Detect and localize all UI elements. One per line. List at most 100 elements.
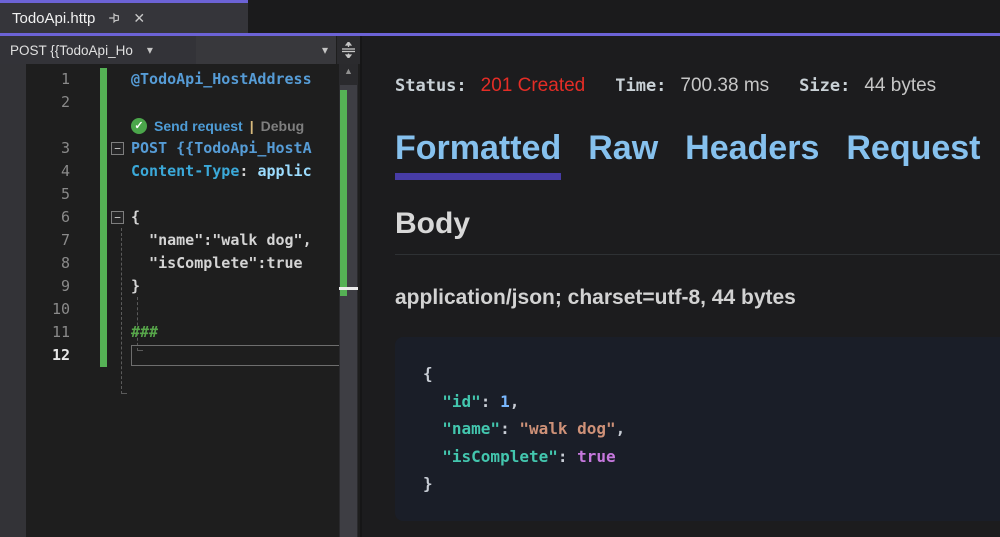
send-request-link[interactable]: Send request (154, 118, 243, 134)
change-tracking-bar (100, 160, 107, 183)
editor-vertical-scrollbar[interactable]: ▲ (339, 64, 358, 537)
json-token: : (481, 392, 500, 411)
line-number: 12 (0, 344, 86, 367)
code-editor[interactable]: 1@TodoApi_HostAddress2✓Send request|Debu… (0, 64, 360, 537)
editor-line[interactable]: 2 (0, 91, 360, 114)
secondary-dropdown[interactable]: ▾ (196, 36, 336, 64)
current-line-box[interactable] (131, 345, 348, 366)
fold-column: − (107, 142, 131, 155)
json-token: : (558, 447, 577, 466)
splitter-icon (341, 42, 356, 58)
code-token: @TodoApi_HostAddress (131, 68, 312, 91)
codelens-separator: | (250, 118, 254, 134)
request-selector-dropdown[interactable]: POST {{TodoApi_Ho ▾ (0, 36, 196, 64)
change-tracking-bar (100, 206, 107, 229)
line-content[interactable]: } (107, 275, 360, 298)
chevron-down-icon: ▾ (147, 43, 153, 57)
editor-line[interactable]: 4Content-Type: applic (0, 160, 360, 183)
pin-icon[interactable] (107, 11, 121, 25)
editor-line[interactable]: 11 ### (0, 321, 360, 344)
editor-line[interactable]: 9} (0, 275, 360, 298)
json-line: } (423, 470, 986, 498)
chevron-down-icon: ▾ (322, 43, 328, 57)
line-content[interactable]: −POST {{TodoApi_HostA (107, 137, 360, 160)
body-section-heading: Body (395, 207, 1000, 241)
change-tracking-bar (100, 321, 107, 344)
line-content[interactable] (107, 344, 360, 367)
change-tracking-bar (100, 68, 107, 91)
size-label: Size: (799, 76, 850, 96)
line-content[interactable]: −{ (107, 206, 360, 229)
fold-column: − (107, 211, 131, 224)
section-divider (395, 254, 1000, 255)
json-line: { (423, 360, 986, 388)
collapse-icon[interactable]: − (111, 142, 124, 155)
json-token: { (423, 364, 433, 383)
line-number: 5 (0, 183, 86, 206)
line-content[interactable]: "isComplete":true (107, 252, 360, 275)
line-content[interactable]: ✓Send request|Debug (107, 114, 360, 137)
editor-line[interactable]: 1 @TodoApi_HostAddress (0, 68, 360, 91)
code-token: { (131, 206, 140, 229)
editor-pane: POST {{TodoApi_Ho ▾ ▾ 1 @TodoApi_HostAddr… (0, 36, 360, 537)
change-tracking-bar (100, 183, 107, 206)
response-tabs: Formatted Raw Headers Request (395, 130, 1000, 180)
scroll-up-icon[interactable]: ▲ (339, 66, 358, 76)
document-tab-strip: TodoApi.http ✕ (0, 0, 1000, 33)
line-number: 2 (0, 91, 86, 114)
scrollbar-caret-marker (339, 287, 358, 290)
scrollbar-change-annotation (340, 90, 347, 296)
line-number: 9 (0, 275, 86, 298)
size-value: 44 bytes (864, 75, 936, 97)
editor-line[interactable]: 5 (0, 183, 360, 206)
request-selector-value: POST {{TodoApi_Ho (10, 43, 133, 58)
debug-link[interactable]: Debug (261, 118, 305, 134)
split-window-button[interactable] (336, 36, 360, 64)
line-content[interactable] (107, 183, 360, 206)
visual-studio-window: TodoApi.http ✕ POST {{TodoApi_Ho ▾ ▾ (0, 0, 1000, 537)
line-number: 11 (0, 321, 86, 344)
response-tab-formatted[interactable]: Formatted (395, 130, 561, 180)
line-number: 1 (0, 68, 86, 91)
response-tab-request[interactable]: Request (846, 130, 980, 173)
change-tracking-bar (100, 344, 107, 367)
editor-line[interactable]: 10 (0, 298, 360, 321)
line-content[interactable]: "name":"walk dog", (107, 229, 360, 252)
codelens-row: ✓Send request|Debug (131, 118, 304, 134)
response-tab-headers[interactable]: Headers (685, 130, 819, 173)
response-tab-raw[interactable]: Raw (588, 130, 658, 173)
code-token: applic (257, 160, 311, 183)
json-token: "isComplete" (423, 447, 558, 466)
editor-line[interactable]: 8 "isComplete":true (0, 252, 360, 275)
tab-todoapi-http[interactable]: TodoApi.http ✕ (0, 0, 248, 33)
collapse-icon[interactable]: − (111, 211, 124, 224)
editor-line[interactable]: ✓Send request|Debug (0, 114, 360, 137)
line-number: 6 (0, 206, 86, 229)
line-content[interactable]: @TodoApi_HostAddress (107, 68, 360, 91)
line-number: 7 (0, 229, 86, 252)
close-icon[interactable]: ✕ (133, 11, 145, 25)
change-tracking-bar (100, 229, 107, 252)
line-content[interactable] (107, 298, 360, 321)
status-value: 201 Created (481, 75, 586, 97)
editor-line[interactable]: 6 −{ (0, 206, 360, 229)
change-tracking-bar (100, 252, 107, 275)
line-content[interactable]: ### (107, 321, 360, 344)
editor-line[interactable]: 3−POST {{TodoApi_HostA (0, 137, 360, 160)
line-number: 10 (0, 298, 86, 321)
tab-title: TodoApi.http (12, 10, 95, 27)
editor-line[interactable]: 7 "name":"walk dog", (0, 229, 360, 252)
code-token: "isComplete":true (131, 252, 303, 275)
change-tracking-bar (100, 137, 107, 160)
editor-line[interactable]: 12 (0, 344, 360, 367)
change-tracking-bar (100, 91, 107, 114)
line-content[interactable] (107, 91, 360, 114)
line-content[interactable]: Content-Type: applic (107, 160, 360, 183)
json-token: "id" (423, 392, 481, 411)
editor-lines: 1@TodoApi_HostAddress2✓Send request|Debu… (0, 64, 360, 367)
response-body-json: { "id": 1, "name": "walk dog", "isComple… (395, 337, 1000, 521)
code-token: POST (131, 137, 176, 160)
json-token: 1 (500, 392, 510, 411)
json-line: "isComplete": true (423, 443, 986, 471)
time-value: 700.38 ms (680, 75, 769, 97)
